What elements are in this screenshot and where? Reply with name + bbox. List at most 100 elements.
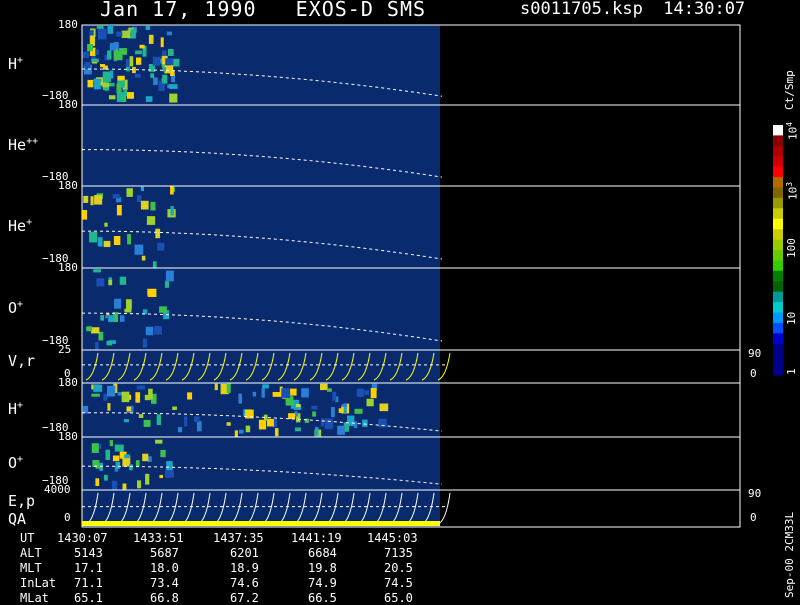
- colorbar-segment: [773, 229, 783, 241]
- spectrogram-cell: [366, 398, 374, 407]
- spectrogram-cell: [121, 391, 130, 403]
- panel-8: [81, 489, 741, 528]
- spectrogram-cell: [364, 390, 370, 395]
- species-label: V,r: [8, 352, 35, 370]
- spectrogram-cell: [245, 425, 251, 433]
- colorbar-unit: Ct/Smp: [783, 70, 796, 110]
- species-label: He++: [8, 136, 38, 154]
- panel-data-area: [82, 105, 440, 186]
- spectrogram-cell: [109, 440, 114, 447]
- spectrogram-cell: [116, 205, 122, 216]
- spectrogram-cell: [106, 341, 113, 346]
- spectrogram-cell: [89, 231, 98, 243]
- spectrogram-cell: [164, 280, 170, 288]
- spectrogram-cell: [337, 425, 345, 435]
- species-name: V,r: [8, 352, 36, 370]
- table-cell: 1433:51: [133, 531, 184, 545]
- spectrogram-cell: [165, 270, 174, 282]
- spectrogram-cell: [127, 234, 131, 245]
- spectrogram-cell: [86, 326, 93, 332]
- spectrogram-cell: [166, 31, 173, 36]
- spectrogram-cell: [137, 480, 142, 489]
- spectrogram-cell: [136, 57, 142, 65]
- spectrogram-cell: [162, 67, 167, 72]
- y-tick-top: 180: [58, 430, 78, 443]
- species-name: H: [8, 55, 18, 73]
- spectrogram-cell: [160, 449, 166, 458]
- spectrogram-cell: [125, 58, 129, 67]
- table-cell: 6684: [308, 546, 337, 560]
- spectrogram-cell: [354, 408, 363, 414]
- table-cell: 1430:07: [57, 531, 108, 545]
- spectrogram-cell: [214, 383, 218, 391]
- spectrogram-cell: [102, 82, 110, 88]
- spectrogram-cell: [82, 210, 88, 220]
- spectrogram-cell: [91, 393, 100, 397]
- spectrogram-cell: [103, 240, 111, 248]
- colorbar-segment: [773, 156, 783, 168]
- spectrogram-cell: [147, 288, 157, 296]
- spectrogram-cell: [109, 70, 114, 79]
- spectrogram-cell: [94, 78, 101, 90]
- spectrogram-cell: [168, 84, 178, 89]
- spectrogram-cell: [170, 71, 175, 77]
- spectrogram-cell: [145, 26, 151, 30]
- spectrogram-cell: [148, 34, 154, 44]
- spectrogram-cell: [109, 43, 116, 51]
- spectrogram-cell: [136, 385, 146, 390]
- table-cell: 1445:03: [367, 531, 418, 545]
- colorbar-tick: 10: [785, 312, 798, 325]
- spectrogram-cell: [258, 419, 267, 430]
- colorbar-tick: 103: [785, 182, 800, 200]
- spectrogram-cell: [87, 79, 94, 88]
- species-label: H+: [8, 400, 23, 418]
- y-tick-top: 180: [58, 98, 78, 111]
- colorbar-segment: [773, 145, 783, 157]
- spectrogram-cell: [95, 478, 100, 486]
- spectrogram-cell: [172, 406, 177, 411]
- species-name: He: [8, 135, 27, 154]
- spectrogram-cell: [100, 315, 105, 321]
- spectrogram-cell: [238, 393, 243, 404]
- colorbar-segment: [773, 260, 783, 272]
- quality-bar: [82, 521, 440, 526]
- table-cell: 7135: [384, 546, 413, 560]
- spectrogram-cell: [138, 414, 144, 418]
- spectrogram-cell: [135, 50, 142, 55]
- species-label: E,p QA: [8, 492, 35, 528]
- colorbar-segment: [773, 166, 783, 178]
- spectrogram-cell: [143, 419, 151, 427]
- spectrogram-cell: [324, 418, 334, 430]
- spectrogram-cell: [104, 474, 108, 481]
- spectrogram-cell: [356, 388, 364, 397]
- spectrogram-cell: [135, 460, 140, 467]
- spectrogram-cell: [320, 418, 325, 427]
- spectrogram-cell: [84, 61, 91, 70]
- spectrogram-cell: [142, 338, 148, 348]
- table-cell: 18.9: [230, 561, 259, 575]
- colorbar-segment: [773, 135, 783, 147]
- table-row: MLat 65.1 66.8 67.2 66.5 65.0: [0, 591, 470, 605]
- spectrogram-cell: [288, 413, 296, 420]
- table-row: UT 1430:07 1433:51 1437:35 1441:19 1445:03: [0, 531, 470, 545]
- species-name: E,p: [8, 492, 36, 510]
- spectrogram-cell: [82, 51, 90, 59]
- panel-1: [81, 24, 741, 106]
- spectrogram-cell: [150, 201, 156, 211]
- colorbar-tick-value: 1: [785, 368, 798, 375]
- spectrogram-cell: [162, 74, 168, 84]
- colorbar-segment: [773, 218, 783, 230]
- species-name: O: [8, 299, 18, 317]
- spectrogram-cell: [152, 261, 157, 269]
- spectrogram-cell: [102, 71, 112, 83]
- species-name: O: [8, 453, 18, 472]
- table-cell: 17.1: [74, 561, 103, 575]
- table-cell: 66.8: [150, 591, 179, 605]
- species-label: O+: [8, 299, 23, 317]
- spectrogram-cell: [126, 188, 133, 197]
- colorbar-segment: [773, 177, 783, 188]
- spectrogram-cell: [295, 404, 301, 408]
- spectrogram-cell: [90, 196, 94, 206]
- colorbar-segment: [773, 208, 783, 220]
- spectrogram-cell: [155, 439, 163, 444]
